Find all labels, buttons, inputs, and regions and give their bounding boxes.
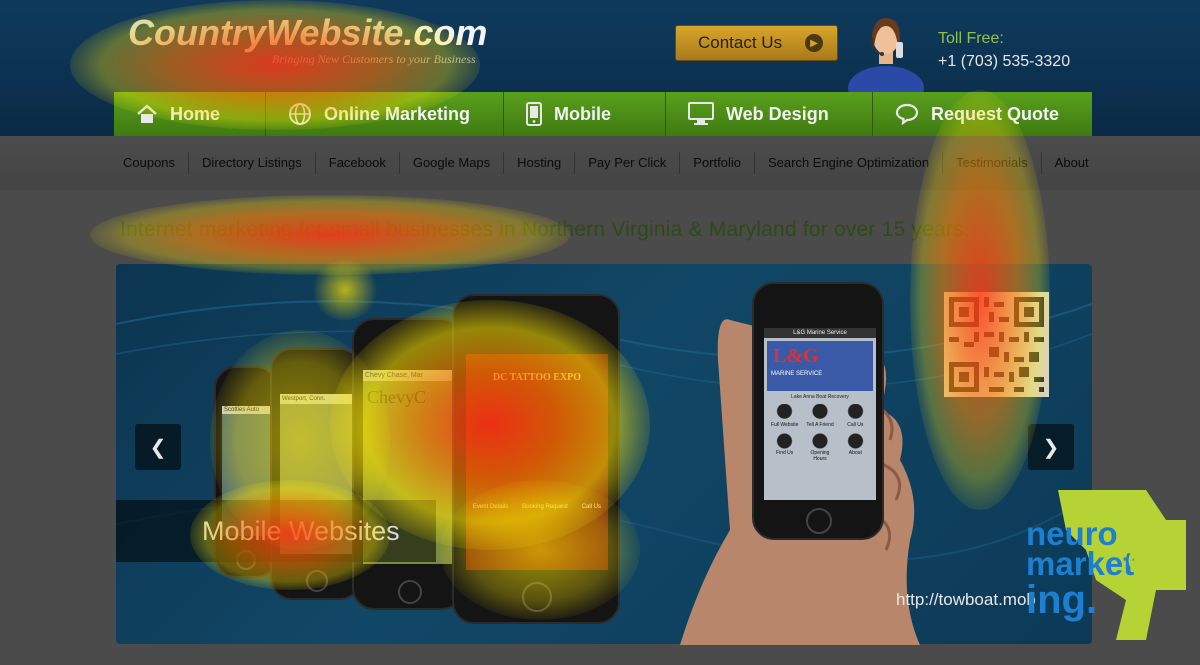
toll-free-label: Toll Free: xyxy=(938,30,1004,47)
sub-navigation: Coupons Directory Listings Facebook Goog… xyxy=(0,136,1200,190)
nav-request-quote[interactable]: Request Quote xyxy=(873,92,1092,136)
nav-web-design[interactable]: Web Design xyxy=(666,92,873,136)
globe-icon xyxy=(289,103,311,125)
subnav-facebook[interactable]: Facebook xyxy=(316,152,400,174)
subnav-about[interactable]: About xyxy=(1042,152,1102,174)
neuromarketing-text-4: la xyxy=(1113,548,1162,585)
subnav-testimonials[interactable]: Testimonials xyxy=(943,152,1042,174)
opening-hours-button[interactable]: Opening Hours xyxy=(803,432,837,462)
phone-5-header: L&G Marine Service xyxy=(764,328,876,338)
tell-a-friend-button[interactable]: Tell A Friend xyxy=(803,404,837,428)
mobile-phone-icon xyxy=(526,102,542,126)
phone-2-title: Westport, Conn. xyxy=(280,394,354,404)
phone-number[interactable]: +1 (703) 535-3320 xyxy=(938,53,1070,71)
phone-3-title: Chevy Chase, Mar xyxy=(363,370,455,381)
phone-4-title: DC TATTOO EXPO xyxy=(492,372,582,383)
call-us-button-2[interactable]: Call Us xyxy=(838,404,872,428)
booking-request-button[interactable]: Booking Request xyxy=(522,504,568,510)
subnav-hosting[interactable]: Hosting xyxy=(504,152,576,174)
subnav-coupons[interactable]: Coupons xyxy=(114,152,190,174)
home-icon xyxy=(137,104,157,123)
support-rep-image xyxy=(848,18,924,92)
contact-us-button[interactable]: Contact Us ▶ xyxy=(675,25,838,61)
site-logo[interactable]: CountryWebsite.com xyxy=(128,12,487,54)
subnav-google-maps[interactable]: Google Maps xyxy=(400,152,505,174)
nav-mobile[interactable]: Mobile xyxy=(504,92,666,136)
find-us-button[interactable]: Find Us xyxy=(768,432,802,462)
slider-caption: Mobile Websites xyxy=(202,516,400,546)
phone-mockup-5: L&G Marine Service L&G MARINE SERVICE La… xyxy=(752,282,884,540)
subnav-pay-per-click[interactable]: Pay Per Click xyxy=(575,152,681,174)
chevron-right-icon: ❯ xyxy=(1042,436,1060,459)
slider-prev-button[interactable]: ❮ xyxy=(135,424,181,470)
nav-web-design-label: Web Design xyxy=(726,103,829,124)
slider-caption-bar: Mobile Websites xyxy=(116,500,436,562)
full-website-button[interactable]: Full Website xyxy=(768,404,802,428)
nav-request-quote-label: Request Quote xyxy=(931,103,1060,124)
slider-next-button[interactable]: ❯ xyxy=(1028,424,1074,470)
subnav-portfolio[interactable]: Portfolio xyxy=(680,152,755,174)
speech-bubble-icon xyxy=(895,103,919,125)
nav-home-label: Home xyxy=(170,103,221,124)
site-tagline: Bringing New Customers to your Business xyxy=(272,52,476,66)
nav-mobile-label: Mobile xyxy=(554,103,611,124)
monitor-icon xyxy=(688,102,714,125)
arrow-right-icon: ▶ xyxy=(805,34,823,52)
chevron-left-icon: ❮ xyxy=(149,436,167,459)
qr-code-image xyxy=(944,292,1049,397)
slider-url-text: http://towboat.mob xyxy=(896,590,1036,609)
phone-5-sub: MARINE SERVICE xyxy=(771,371,823,377)
about-button[interactable]: About xyxy=(838,432,872,462)
page-headline: Internet marketing for small businesses … xyxy=(120,218,970,241)
event-details-button[interactable]: Event Details xyxy=(473,504,508,510)
phone-3-brand: ChevyC xyxy=(367,387,427,407)
phone-mockup-2: Westport, Conn. xyxy=(270,348,362,600)
phone-5-brand: L&G xyxy=(773,345,819,367)
site-header: CountryWebsite.com Bringing New Customer… xyxy=(0,0,1200,136)
phone-mockup-4: DC TATTOO EXPO Event Details Booking Req… xyxy=(452,294,620,624)
subnav-directory-listings[interactable]: Directory Listings xyxy=(189,152,316,174)
main-navigation: Home Online Marketing Mobile Web Design … xyxy=(114,92,1092,136)
call-us-button[interactable]: Call Us xyxy=(582,504,601,510)
nav-online-marketing[interactable]: Online Marketing xyxy=(266,92,504,136)
contact-us-label: Contact Us xyxy=(698,33,783,52)
phone-mockup-3: Chevy Chase, Mar ChevyC xyxy=(352,318,464,610)
neuromarketing-text-3: ing. xyxy=(1026,578,1098,622)
phone-1-title: Scotties Auto xyxy=(222,406,272,414)
nav-home[interactable]: Home xyxy=(114,92,266,136)
subnav-seo[interactable]: Search Engine Optimization xyxy=(755,152,944,174)
nav-online-marketing-label: Online Marketing xyxy=(324,103,471,124)
